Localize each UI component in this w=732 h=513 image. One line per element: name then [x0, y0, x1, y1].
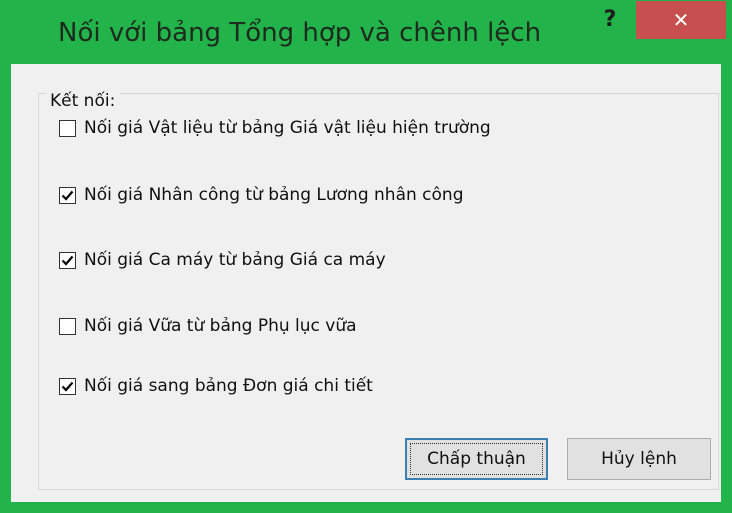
checkmark-icon: [61, 381, 74, 392]
checkbox-option-mortar[interactable]: Nối giá Vữa từ bảng Phụ lục vữa: [59, 315, 357, 337]
checkbox-option-materials[interactable]: Nối giá Vật liệu từ bảng Giá vật liệu hi…: [59, 117, 491, 139]
close-icon: ✕: [672, 8, 690, 32]
title-bar[interactable]: Nối với bảng Tổng hợp và chênh lệch ? ✕: [0, 0, 732, 64]
close-button[interactable]: ✕: [636, 1, 726, 39]
help-button[interactable]: ?: [593, 2, 627, 38]
checkbox-label: Nối giá Ca máy từ bảng Giá ca máy: [84, 250, 386, 270]
checkbox-option-labor[interactable]: Nối giá Nhân công từ bảng Lương nhân côn…: [59, 184, 463, 206]
dialog-window: Nối với bảng Tổng hợp và chênh lệch ? ✕ …: [0, 0, 732, 513]
checkmark-icon: [61, 255, 74, 266]
checkbox-label: Nối giá sang bảng Đơn giá chi tiết: [84, 376, 373, 396]
checkbox-option-unit-price[interactable]: Nối giá sang bảng Đơn giá chi tiết: [59, 375, 373, 397]
checkbox-icon[interactable]: [59, 317, 76, 335]
checkbox-label: Nối giá Nhân công từ bảng Lương nhân côn…: [84, 185, 464, 205]
connection-groupbox: [38, 93, 719, 490]
accept-button[interactable]: Chấp thuận: [405, 438, 548, 480]
cancel-button-label: Hủy lệnh: [601, 449, 677, 469]
window-title: Nối với bảng Tổng hợp và chênh lệch: [58, 18, 542, 48]
checkmark-icon: [61, 190, 74, 201]
checkbox-label: Nối giá Vữa từ bảng Phụ lục vữa: [84, 316, 357, 336]
checkbox-icon[interactable]: [59, 377, 76, 395]
checkbox-icon[interactable]: [59, 251, 76, 269]
dialog-content: Kết nối: Nối giá Vật liệu từ bảng Giá vậ…: [11, 64, 721, 502]
checkbox-icon[interactable]: [59, 119, 76, 137]
checkbox-option-machine[interactable]: Nối giá Ca máy từ bảng Giá ca máy: [59, 249, 386, 271]
groupbox-label: Kết nối:: [46, 91, 120, 111]
focus-indicator: [410, 443, 543, 475]
cancel-button[interactable]: Hủy lệnh: [567, 438, 711, 480]
checkbox-label: Nối giá Vật liệu từ bảng Giá vật liệu hi…: [84, 118, 491, 138]
checkbox-icon[interactable]: [59, 186, 76, 204]
